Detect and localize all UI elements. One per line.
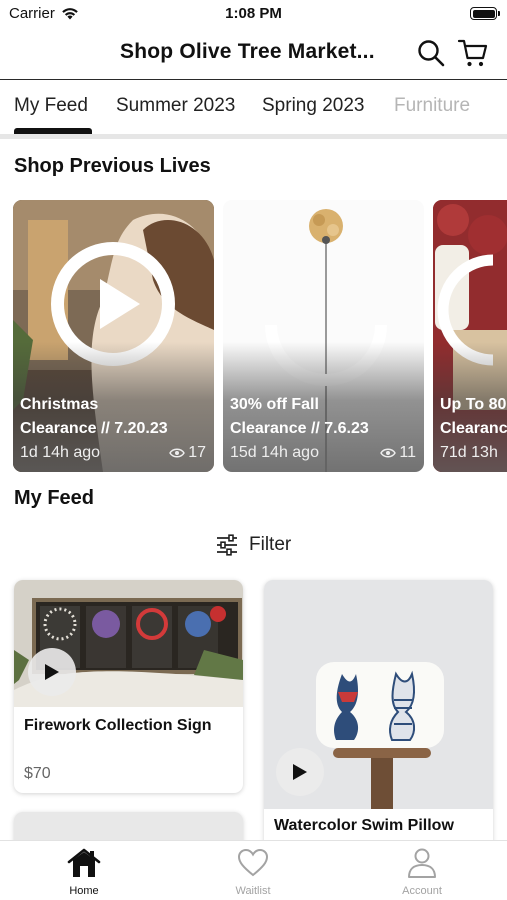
person-icon: [408, 848, 436, 878]
tab-home[interactable]: Home: [34, 847, 134, 897]
live-time: 71d 13h: [440, 444, 498, 461]
live-card[interactable]: Up To 80 Clearanc 71d 13h: [433, 200, 507, 472]
filter-button[interactable]: Filter: [215, 534, 291, 556]
status-time: 1:08 PM: [225, 5, 282, 22]
live-time: 1d 14h ago: [20, 444, 101, 461]
tab-summer-2023[interactable]: Summer 2023: [116, 95, 235, 117]
previous-lives-title: Shop Previous Lives: [14, 155, 211, 177]
live-title: 30% off Fall Clearance // 7.6.23: [230, 396, 369, 437]
live-card[interactable]: 30% off Fall Clearance // 7.6.23 15d 14h…: [223, 200, 424, 472]
product-name: Watercolor Swim Pillow: [274, 817, 454, 834]
tab-account[interactable]: Account: [372, 847, 472, 897]
eye-icon: [169, 448, 186, 458]
play-button[interactable]: [276, 748, 324, 796]
view-count: 17: [169, 444, 206, 462]
status-bar: Carrier 1:08 PM: [0, 0, 507, 28]
cart-icon[interactable]: [457, 37, 489, 69]
eye-icon: [380, 448, 397, 458]
tab-waitlist-label: Waitlist: [235, 885, 271, 897]
divider: [0, 134, 507, 139]
category-tabs: My Feed Summer 2023 Spring 2023 Furnitur…: [0, 80, 507, 136]
filter-label: Filter: [249, 534, 292, 555]
live-card[interactable]: Christmas Clearance // 7.20.23 1d 14h ag…: [13, 200, 214, 472]
tab-furniture[interactable]: Furniture: [394, 95, 470, 117]
nav-bar: Shop Olive Tree Market...: [0, 28, 507, 80]
page-title: Shop Olive Tree Market...: [120, 40, 375, 63]
tab-my-feed[interactable]: My Feed: [14, 95, 88, 117]
tab-spring-2023[interactable]: Spring 2023: [262, 95, 364, 117]
heart-icon: [237, 848, 269, 877]
product-price: $70: [24, 765, 51, 782]
bottom-tab-bar: Home Waitlist Account: [0, 840, 507, 900]
live-title: Up To 80 Clearanc: [440, 396, 507, 437]
play-icon: [293, 764, 307, 780]
product-name: Firework Collection Sign: [24, 717, 212, 734]
search-icon[interactable]: [415, 37, 447, 69]
product-card[interactable]: Firework Collection Sign $70: [14, 580, 243, 793]
live-time: 15d 14h ago: [230, 444, 319, 461]
tab-account-label: Account: [402, 885, 442, 897]
tab-home-label: Home: [69, 885, 99, 897]
play-icon: [45, 664, 59, 680]
view-count: 11: [380, 444, 416, 462]
tab-waitlist[interactable]: Waitlist: [203, 847, 303, 897]
play-button[interactable]: [28, 648, 76, 696]
product-card[interactable]: Watercolor Swim Pillow: [264, 580, 493, 850]
battery-icon: [470, 7, 500, 20]
home-icon: [67, 848, 101, 877]
sliders-icon: [217, 534, 237, 556]
my-feed-title: My Feed: [14, 487, 95, 509]
live-title: Christmas Clearance // 7.20.23: [20, 396, 168, 437]
